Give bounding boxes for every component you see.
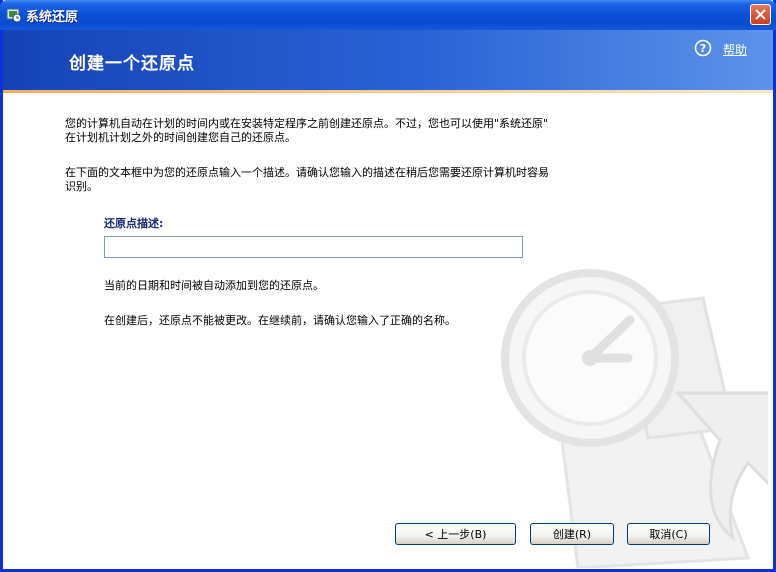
description-label: 还原点描述: (104, 217, 164, 230)
restore-point-description-input[interactable] (104, 236, 523, 258)
system-restore-app-icon (6, 8, 22, 23)
content-area: 您的计算机自动在计划的时间内或在安装特定程序之前创建还原点。不过，您也可以使用"… (3, 93, 773, 569)
instruction-line-2: 识别。 (65, 180, 98, 193)
instruction-line-1: 在下面的文本框中为您的还原点输入一个描述。请确认您输入的描述在稍后您需要还原计算… (65, 166, 549, 179)
page-title: 创建一个还原点 (69, 54, 195, 74)
system-restore-window: 系统还原 创建一个还原点 ? 帮助 您的计算机自动在计划的时间内或在安装特定程序 (0, 0, 776, 572)
cancel-button[interactable]: 取消(C) (627, 523, 710, 545)
create-button[interactable]: 创建(R) (530, 523, 614, 545)
intro-line-1: 您的计算机自动在计划的时间内或在安装特定程序之前创建还原点。不过，您也可以使用"… (65, 117, 549, 130)
back-button[interactable]: < 上一步(B) (395, 523, 516, 545)
instruction-text: 在下面的文本框中为您的还原点输入一个描述。请确认您输入的描述在稍后您需要还原计算… (65, 166, 549, 194)
clock-watermark-icon (501, 269, 768, 568)
intro-text: 您的计算机自动在计划的时间内或在安装特定程序之前创建还原点。不过，您也可以使用"… (65, 117, 548, 145)
help-icon[interactable]: ? (694, 39, 712, 57)
title-bar[interactable]: 系统还原 (0, 0, 776, 30)
header-banner: 创建一个还原点 ? 帮助 (3, 30, 773, 90)
auto-date-note: 当前的日期和时间被自动添加到您的还原点。 (104, 279, 324, 292)
svg-text:?: ? (700, 42, 706, 55)
close-icon (755, 9, 766, 20)
window-title: 系统还原 (26, 10, 79, 25)
close-button[interactable] (750, 4, 771, 25)
intro-line-2: 在计划机计划之外的时间创建您自己的还原点。 (65, 131, 296, 144)
unchangeable-note: 在创建后，还原点不能被更改。在继续前，请确认您输入了正确的名称。 (104, 314, 456, 327)
help-link[interactable]: 帮助 (723, 41, 747, 58)
